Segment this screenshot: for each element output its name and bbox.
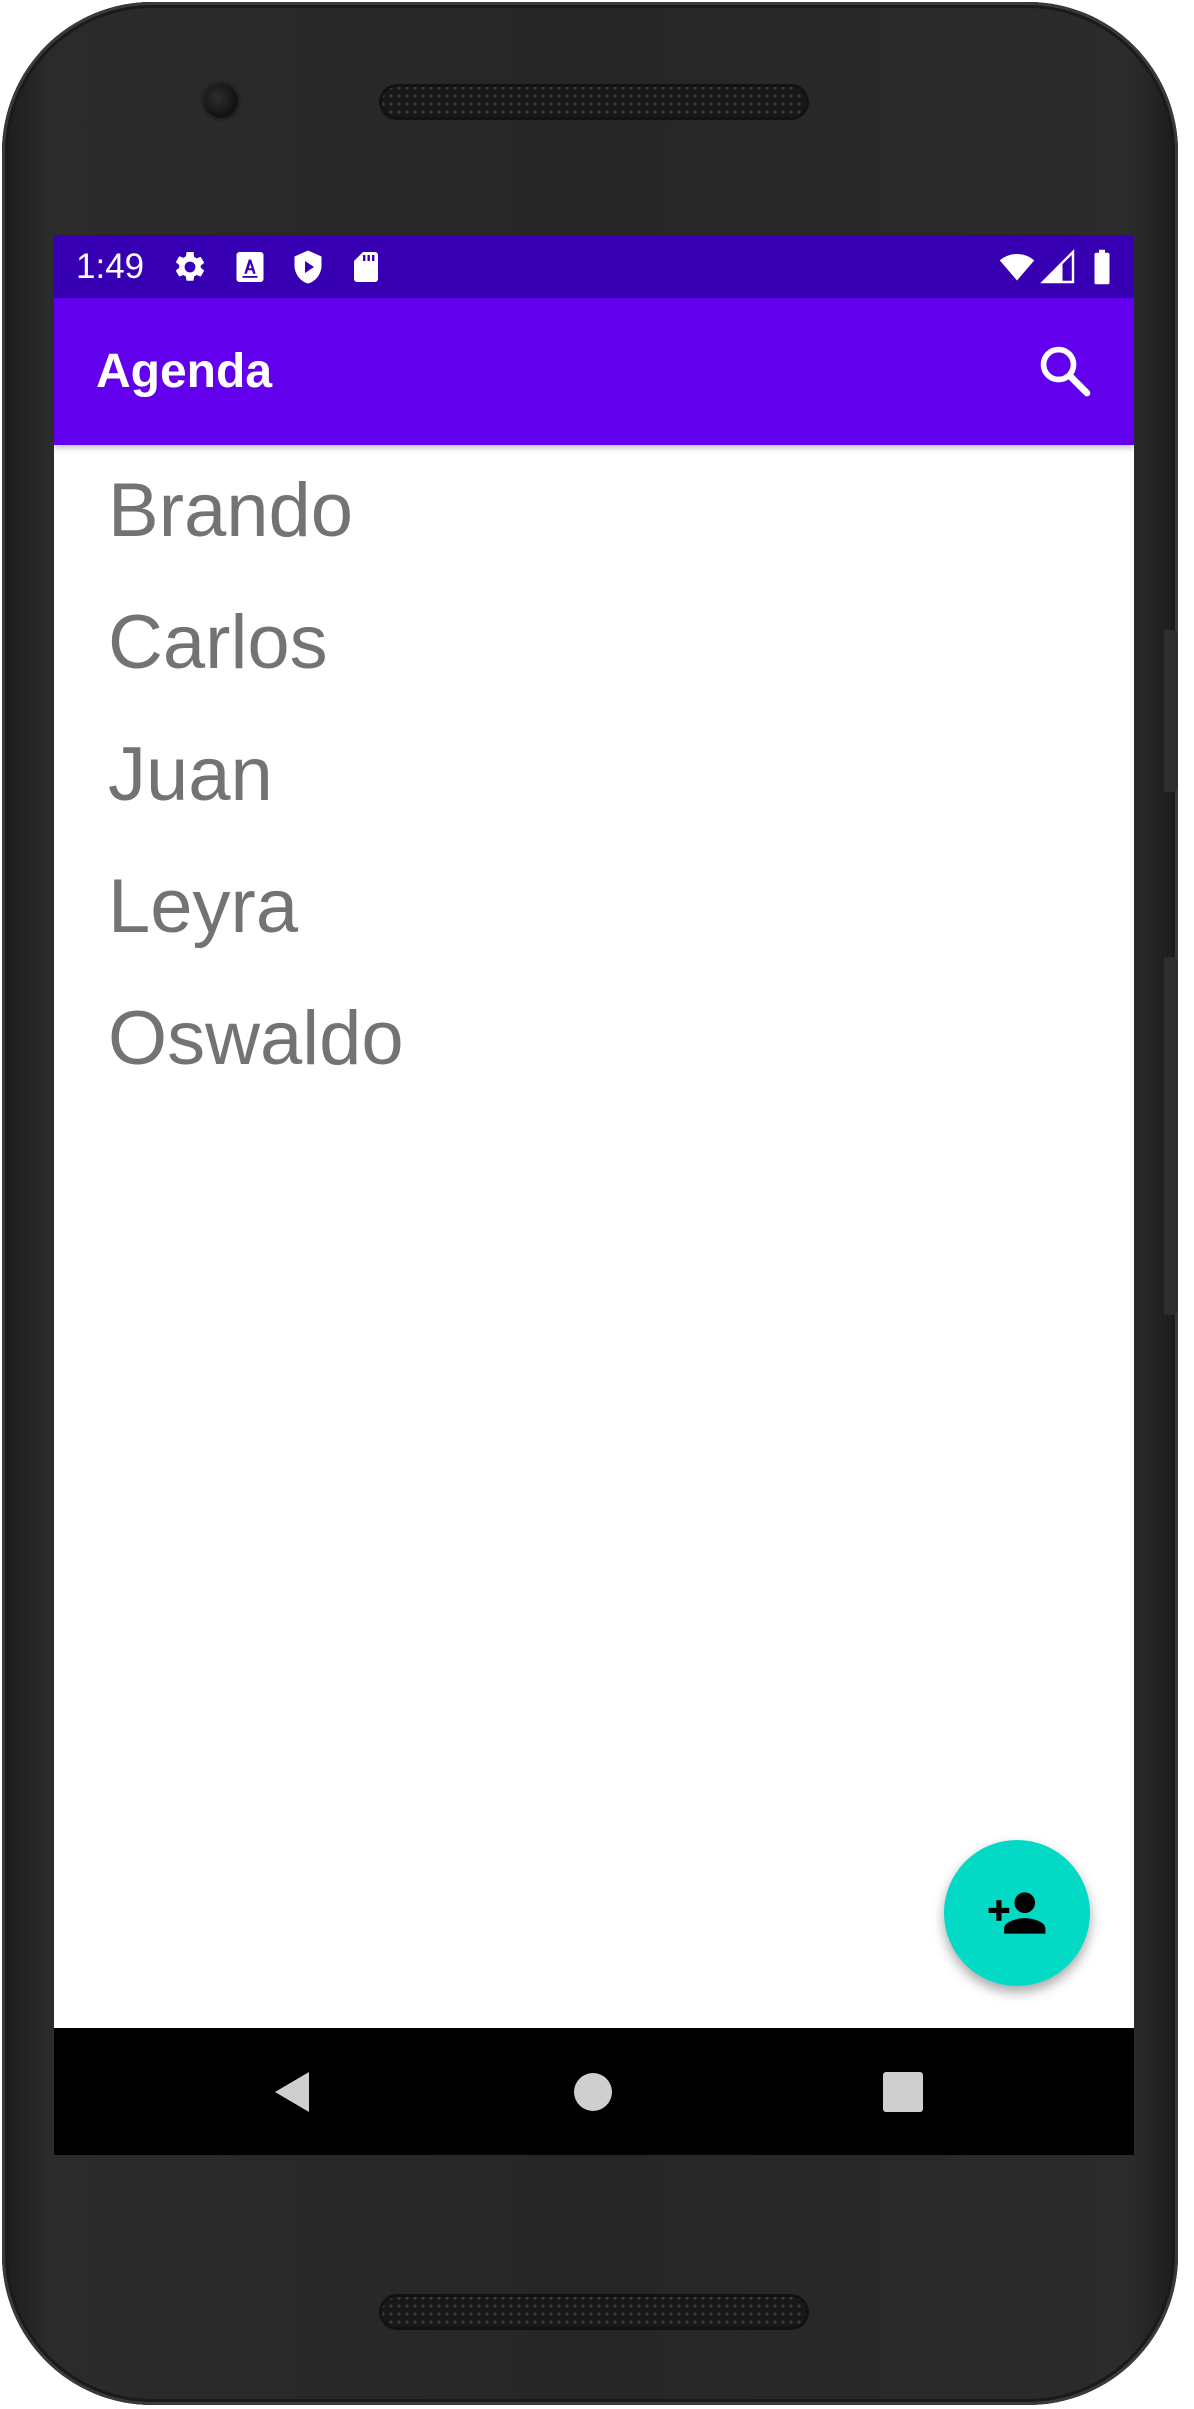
home-button[interactable]: [557, 2056, 629, 2128]
sd-card-icon: [348, 249, 384, 285]
navigation-bar: [54, 2028, 1134, 2155]
contact-item-brando[interactable]: Brando: [54, 445, 1134, 577]
add-person-icon: [988, 1892, 1046, 1934]
search-icon: [1040, 346, 1091, 397]
play-protect-icon: [290, 249, 326, 285]
battery-icon: [1090, 249, 1114, 285]
wifi-icon: [996, 249, 1038, 285]
bottom-speaker: [379, 2294, 809, 2330]
screen: 1:49 Agenda Brando Carlos Juan Leyra Osw…: [54, 235, 1134, 2155]
status-time: 1:49: [76, 247, 145, 286]
contact-item-oswaldo[interactable]: Oswaldo: [54, 973, 1134, 1105]
contact-item-leyra[interactable]: Leyra: [54, 841, 1134, 973]
back-button[interactable]: [257, 2056, 329, 2128]
power-button: [1164, 630, 1178, 792]
volume-button: [1164, 957, 1178, 1315]
phone-frame: 1:49 Agenda Brando Carlos Juan Leyra Osw…: [2, 2, 1178, 2405]
recents-button[interactable]: [867, 2056, 939, 2128]
app-bar: Agenda: [54, 298, 1134, 445]
app-title: Agenda: [96, 345, 273, 398]
keyboard-a-icon: [232, 249, 268, 285]
search-button[interactable]: [1034, 340, 1096, 402]
contact-list: Brando Carlos Juan Leyra Oswaldo: [54, 445, 1134, 1105]
stage: 1:49 Agenda Brando Carlos Juan Leyra Osw…: [0, 0, 1194, 2409]
add-contact-button[interactable]: [944, 1840, 1090, 1986]
recents-icon: [883, 2072, 923, 2112]
back-icon: [275, 2072, 309, 2112]
contact-item-carlos[interactable]: Carlos: [54, 577, 1134, 709]
status-bar: 1:49: [54, 235, 1134, 298]
home-icon: [574, 2073, 612, 2111]
settings-icon: [172, 249, 208, 285]
contact-item-juan[interactable]: Juan: [54, 709, 1134, 841]
signal-icon: [1040, 249, 1076, 285]
front-camera: [204, 84, 238, 118]
earpiece-speaker: [379, 84, 809, 120]
